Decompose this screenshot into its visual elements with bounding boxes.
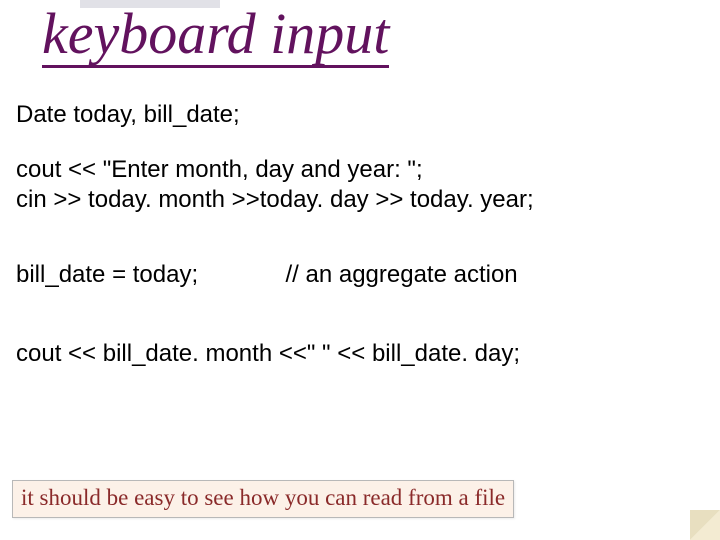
- code-line-5: cout << bill_date. month <<" " << bill_d…: [16, 339, 708, 368]
- code-assign: bill_date = today;: [16, 261, 198, 288]
- title-wrap: keyboard input: [42, 4, 389, 68]
- code-line-4: bill_date = today; // an aggregate actio…: [16, 260, 708, 289]
- note-box: it should be easy to see how you can rea…: [12, 480, 514, 518]
- code-line-3: cin >> today. month >>today. day >> toda…: [16, 185, 708, 214]
- note-wrap: it should be easy to see how you can rea…: [12, 480, 514, 518]
- slide-body: Date today, bill_date; cout << "Enter mo…: [16, 100, 708, 368]
- slide-title: keyboard input: [42, 4, 389, 68]
- code-comment: // an aggregate action: [285, 261, 517, 288]
- code-line-1: Date today, bill_date;: [16, 100, 708, 129]
- code-line-2: cout << "Enter month, day and year: ";: [16, 155, 708, 184]
- slide: keyboard input Date today, bill_date; co…: [0, 0, 720, 540]
- page-curl-icon: [690, 510, 720, 540]
